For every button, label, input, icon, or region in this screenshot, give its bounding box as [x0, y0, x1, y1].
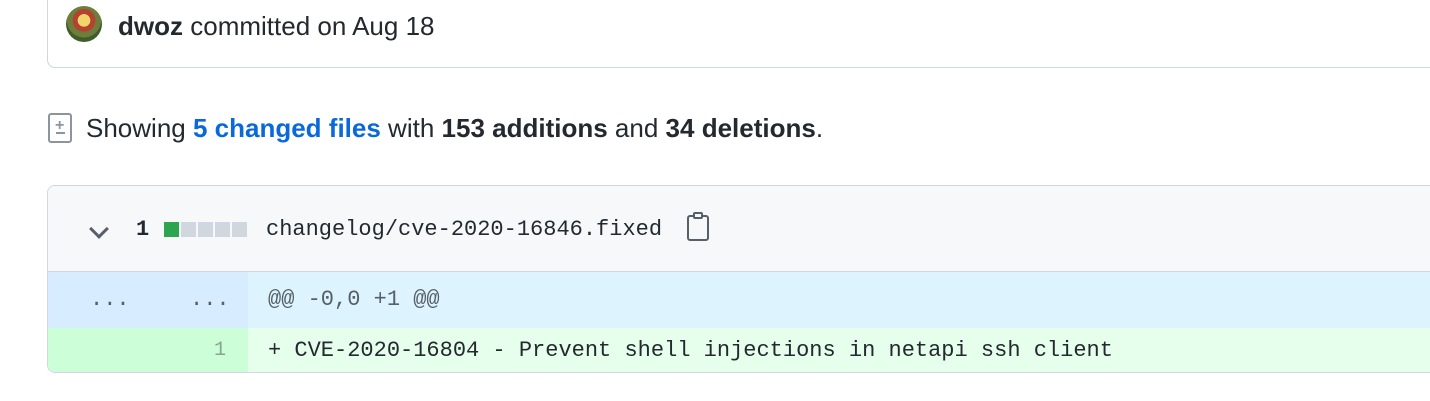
deletions-count: 34 deletions	[665, 112, 816, 143]
file-diff-icon: +	[48, 113, 72, 143]
commit-action: committed on Aug 18	[190, 11, 435, 41]
line-number: 1	[213, 339, 226, 362]
commit-box: dwoz committed on Aug 18	[47, 0, 1430, 68]
diffstat-block	[181, 222, 196, 237]
commit-author-link[interactable]: dwoz	[118, 11, 183, 41]
diffstat-block	[232, 222, 247, 237]
diff-line-text: + CVE-2020-16804 - Prevent shell injecti…	[268, 338, 1113, 363]
copy-clipboard-icon[interactable]	[687, 212, 709, 241]
diff-summary: + Showing 5 changed files with 153 addit…	[48, 108, 823, 148]
file-name-link[interactable]: changelog/cve-2020-16846.fixed	[266, 216, 662, 244]
hunk-row: ... ... @@ -0,0 +1 @@	[48, 272, 1430, 328]
summary-end: .	[815, 112, 824, 143]
summary-and: and	[614, 112, 659, 143]
change-count: 1	[136, 217, 150, 242]
file-diff: 1 changelog/cve-2020-16846.fixed ... ...…	[47, 185, 1430, 373]
file-header: 1 changelog/cve-2020-16846.fixed	[48, 186, 1430, 272]
diffstat-block	[164, 222, 179, 237]
diff-line-added: 1 + CVE-2020-16804 - Prevent shell injec…	[48, 328, 1430, 372]
hunk-header: @@ -0,0 +1 @@	[268, 287, 440, 312]
diffstat-block	[215, 222, 230, 237]
summary-prefix: Showing	[86, 112, 186, 143]
line-number-cell[interactable]: 1	[48, 328, 248, 372]
diffstat-blocks	[164, 222, 247, 237]
changed-files-link[interactable]: 5 changed files	[193, 113, 381, 144]
hunk-right-num: ...	[190, 287, 230, 312]
chevron-down-icon[interactable]	[89, 219, 109, 239]
hunk-left-num: ...	[90, 287, 130, 312]
avatar[interactable]	[66, 6, 102, 42]
additions-count: 153 additions	[441, 112, 608, 143]
diffstat-block	[198, 222, 213, 237]
summary-with: with	[388, 112, 435, 143]
hunk-expand[interactable]: ... ...	[48, 272, 248, 328]
commit-line: dwoz committed on Aug 18	[118, 11, 435, 41]
